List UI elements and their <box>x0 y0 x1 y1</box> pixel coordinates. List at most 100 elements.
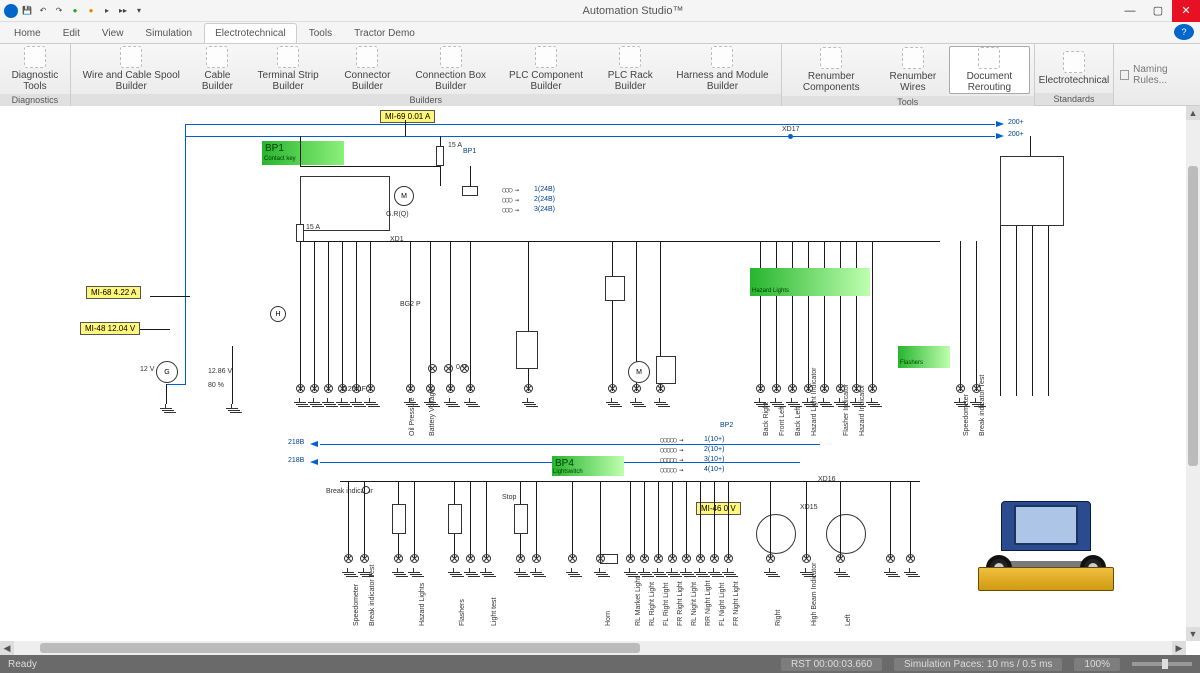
contact-key-label: Contact key <box>264 156 296 162</box>
qa-step-icon[interactable]: ▸▸ <box>116 4 130 18</box>
titlebar: 💾 ↶ ↷ ● ● ▸ ▸▸ ▾ Automation Studio™ — ▢ … <box>0 0 1200 22</box>
tab-tools[interactable]: Tools <box>299 24 342 43</box>
qa-undo-icon[interactable]: ↶ <box>36 4 50 18</box>
scroll-up-icon[interactable]: ▲ <box>1186 106 1200 120</box>
document-rerouting-button[interactable]: Document Rerouting <box>949 46 1030 94</box>
connector-builder-button[interactable]: Connector Builder <box>333 46 402 92</box>
measurement-tag-mi68[interactable]: MI-68 4.22 A <box>86 286 141 299</box>
ground-icon <box>448 568 460 578</box>
qa-dot-orange[interactable]: ● <box>84 4 98 18</box>
lamp-symbol <box>630 382 643 395</box>
scroll-thumb[interactable] <box>40 643 640 653</box>
wire <box>166 384 167 404</box>
lamp-symbol <box>514 552 527 565</box>
ribbon-group-diagnostics: Diagnostic Tools Diagnostics <box>0 44 71 105</box>
tab-home[interactable]: Home <box>4 24 51 43</box>
scroll-right-icon[interactable]: ▶ <box>1172 641 1186 655</box>
component-vertical-label: RL Right Light <box>649 582 656 626</box>
lamp-symbol <box>358 552 371 565</box>
horizontal-scrollbar[interactable]: ◀ ▶ <box>0 641 1186 655</box>
help-icon[interactable]: ? <box>1174 24 1194 40</box>
naming-rules-icon <box>1120 70 1129 80</box>
component-vertical-label: Hazard Light Indicator <box>811 368 818 436</box>
wire <box>856 241 857 391</box>
status-zoom[interactable]: 100% <box>1074 658 1120 671</box>
lamp-symbol <box>392 552 405 565</box>
close-button[interactable]: ✕ <box>1172 0 1200 22</box>
lamp-symbol <box>754 382 767 395</box>
wire <box>1016 226 1017 396</box>
qa-save-icon[interactable]: 💾 <box>20 4 34 18</box>
lamp-symbol <box>522 382 535 395</box>
electrotechnical-standards-button[interactable]: Electrotechnical <box>1039 46 1110 91</box>
pct-reading: 80 % <box>208 382 224 389</box>
scroll-thumb[interactable] <box>1188 166 1198 466</box>
measurement-tag-mi48[interactable]: MI-48 12.04 V <box>80 322 140 335</box>
tractor-3d-preview[interactable] <box>976 491 1116 611</box>
wire <box>728 481 729 559</box>
renumber-wires-button[interactable]: Renumber Wires <box>881 46 945 94</box>
measurement-tag-mi69[interactable]: MI-69 0.01 A <box>380 110 435 123</box>
signal-label: 3(24B) <box>534 206 555 213</box>
tab-edit[interactable]: Edit <box>53 24 90 43</box>
component-vertical-label: FL Night Light <box>719 583 726 626</box>
wire <box>348 481 349 559</box>
ground-icon <box>308 398 320 408</box>
wire <box>414 481 415 559</box>
component-vertical-label: Back Left <box>795 407 802 436</box>
ground-icon <box>342 568 354 578</box>
vertical-scrollbar[interactable]: ▲ ▼ <box>1186 106 1200 641</box>
signal-lamp-row: ○○○○○ → <box>660 436 683 444</box>
tab-tractor-demo[interactable]: Tractor Demo <box>344 24 425 43</box>
cable-builder-button[interactable]: Cable Builder <box>192 46 244 92</box>
wire <box>486 481 487 559</box>
diagnostic-tools-button[interactable]: Diagnostic Tools <box>4 46 66 92</box>
renumber-components-button[interactable]: Renumber Components <box>786 46 877 94</box>
lamp-symbol <box>442 362 455 375</box>
h-symbol: H <box>270 306 286 322</box>
plc-component-builder-button[interactable]: PLC Component Builder <box>500 46 593 92</box>
wire <box>1048 226 1049 396</box>
terminal-strip-builder-button[interactable]: Terminal Strip Builder <box>247 46 329 92</box>
qa-dot-green[interactable]: ● <box>68 4 82 18</box>
status-pace: Simulation Paces: 10 ms / 0.5 ms <box>894 658 1062 671</box>
ground-icon <box>566 568 578 578</box>
flashers-label: Flashers <box>900 360 923 366</box>
wire-cable-spool-builder-button[interactable]: Wire and Cable Spool Builder <box>75 46 188 92</box>
scroll-left-icon[interactable]: ◀ <box>0 641 14 655</box>
signal-lamp-row: ○○○ → <box>502 196 518 204</box>
wire <box>1000 226 1001 396</box>
bus-label: 218B <box>288 439 304 446</box>
lamp-symbol <box>426 362 439 375</box>
wire <box>600 481 601 559</box>
terminal-label: BP2 <box>720 422 733 429</box>
wire <box>806 481 807 559</box>
maximize-button[interactable]: ▢ <box>1144 0 1172 22</box>
plc-rack-builder-button[interactable]: PLC Rack Builder <box>596 46 664 92</box>
qa-redo-icon[interactable]: ↷ <box>52 4 66 18</box>
naming-rules-link[interactable]: Naming Rules... <box>1114 44 1200 105</box>
connection-box-builder-button[interactable]: Connection Box Builder <box>406 46 496 92</box>
ground-icon <box>694 568 706 578</box>
tab-electrotechnical[interactable]: Electrotechnical <box>204 23 297 43</box>
lamp-symbol <box>666 552 679 565</box>
ground-icon <box>904 568 916 578</box>
harness-module-builder-button[interactable]: Harness and Module Builder <box>668 46 777 92</box>
component-vertical-label: Hazard Indicator <box>859 385 866 436</box>
minimize-button[interactable]: — <box>1116 0 1144 22</box>
lamp-symbol <box>770 382 783 395</box>
tab-view[interactable]: View <box>92 24 134 43</box>
schematic-canvas[interactable]: 200+ 200+ MI-69 0.01 A XD17 BP1 Contact … <box>0 106 1186 641</box>
wire <box>356 241 357 391</box>
lamp-symbol <box>530 552 543 565</box>
statusbar: Ready RST 00:00:03.660 Simulation Paces:… <box>0 655 1200 673</box>
zoom-slider[interactable] <box>1132 662 1192 666</box>
wire <box>872 241 873 391</box>
qa-dropdown[interactable]: ▾ <box>132 4 146 18</box>
tab-simulation[interactable]: Simulation <box>135 24 202 43</box>
scroll-down-icon[interactable]: ▼ <box>1186 627 1200 641</box>
relay-box <box>300 176 390 231</box>
qa-play-icon[interactable]: ▸ <box>100 4 114 18</box>
measurement-tag-mi46[interactable]: MI-46 0 V <box>696 502 741 515</box>
workspace: 200+ 200+ MI-69 0.01 A XD17 BP1 Contact … <box>0 106 1200 655</box>
